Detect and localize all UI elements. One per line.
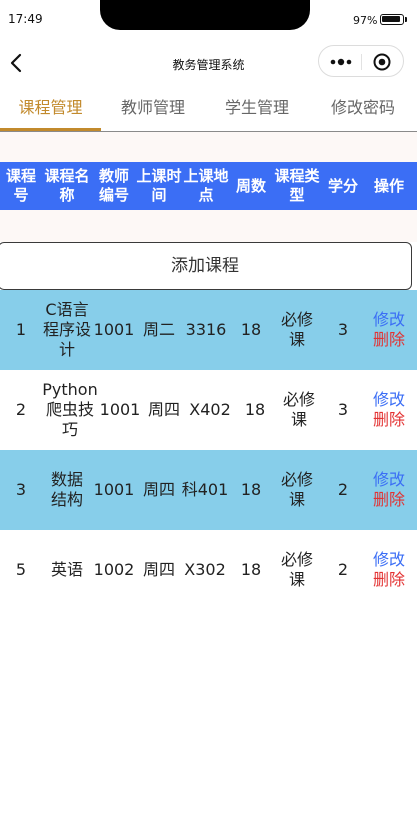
nav-bar: 教务管理系统 [0, 40, 417, 86]
edit-button[interactable]: 修改 [373, 470, 405, 490]
table-row: 1 C语言程序设计 1001 周二 3316 18 必修课 3 修改 删除 [0, 290, 417, 370]
cell-course-name: 英语 [50, 560, 83, 579]
cell-credit: 3 [337, 400, 349, 419]
active-tab-indicator [0, 128, 101, 131]
add-course-button[interactable]: 添加课程 [0, 242, 412, 290]
table-top-spacer [0, 132, 417, 162]
table-row: 5 英语 1002 周四 X302 18 必修课 2 修改 删除 [0, 530, 417, 610]
table-header: 课程号 课程名称 教师编号 上课时间 上课地点 周数 课程类型 学分 操作 [0, 162, 417, 210]
battery-percent: 97% [353, 14, 378, 27]
row-actions: 修改 删除 [364, 530, 414, 610]
cell-weeks: 18 [244, 400, 266, 419]
cell-class-place: X302 [184, 560, 226, 579]
cell-teacher-id: 1001 [93, 320, 135, 339]
cell-course-id: 2 [15, 400, 27, 419]
miniprogram-capsule [318, 45, 404, 77]
close-miniprogram-icon[interactable] [371, 52, 393, 72]
delete-button[interactable]: 删除 [373, 410, 405, 430]
table-row: 3 数据结构 1001 周四 科401 18 必修课 2 修改 删除 [0, 450, 417, 530]
cell-weeks: 18 [240, 480, 262, 499]
tab-course-management[interactable]: 课程管理 [0, 86, 101, 132]
cell-credit: 3 [337, 320, 349, 339]
table-header-spacer [0, 210, 417, 242]
delete-button[interactable]: 删除 [373, 570, 405, 590]
header-course-id: 课程号 [5, 167, 36, 204]
row-actions: 修改 删除 [364, 450, 414, 530]
camera-notch [100, 0, 310, 30]
delete-button[interactable]: 删除 [373, 490, 405, 510]
header-course-name: 课程名称 [44, 167, 90, 204]
cell-teacher-id: 1002 [93, 560, 135, 579]
status-time: 17:49 [8, 12, 43, 26]
cell-course-type: 必修课 [280, 310, 313, 349]
header-weeks: 周数 [235, 176, 266, 195]
cell-course-id: 3 [15, 480, 27, 499]
battery-level [382, 16, 401, 22]
tab-bar: 课程管理 教师管理 学生管理 修改密码 [0, 86, 417, 132]
header-teacher-id: 教师编号 [98, 167, 129, 204]
cell-course-name: Python爬虫技巧 [42, 380, 98, 439]
header-class-place: 上课地点 [183, 167, 229, 204]
cell-class-time: 周二 [142, 320, 175, 339]
header-credit: 学分 [327, 176, 358, 195]
cell-teacher-id: 1001 [99, 400, 141, 419]
tab-change-password[interactable]: 修改密码 [309, 86, 417, 132]
cell-weeks: 18 [240, 560, 262, 579]
edit-button[interactable]: 修改 [373, 550, 405, 570]
battery-tip [405, 17, 407, 22]
cell-course-type: 必修课 [280, 470, 313, 509]
cell-class-place: 科401 [181, 480, 229, 499]
tab-teacher-management[interactable]: 教师管理 [101, 86, 205, 132]
table-row: 2 Python爬虫技巧 1001 周四 X402 18 必修课 3 修改 删除 [0, 370, 417, 450]
cell-course-type: 必修课 [282, 390, 315, 429]
cell-course-name: 数据结构 [50, 470, 83, 509]
cell-course-name: C语言程序设计 [42, 300, 91, 359]
delete-button[interactable]: 删除 [373, 330, 405, 350]
cell-class-place: X402 [189, 400, 231, 419]
cell-weeks: 18 [240, 320, 262, 339]
cell-class-time: 周四 [142, 480, 175, 499]
row-actions: 修改 删除 [364, 370, 414, 450]
cell-credit: 2 [337, 560, 349, 579]
cell-class-time: 周四 [142, 560, 175, 579]
capsule-divider [361, 54, 362, 70]
header-course-type: 课程类型 [274, 167, 320, 204]
cell-credit: 2 [337, 480, 349, 499]
status-bar: 17:49 97% [0, 0, 417, 36]
edit-button[interactable]: 修改 [373, 390, 405, 410]
cell-course-type: 必修课 [280, 550, 313, 589]
more-icon[interactable] [327, 52, 355, 72]
battery-icon [380, 14, 404, 25]
cell-class-place: 3316 [185, 320, 227, 339]
cell-teacher-id: 1001 [93, 480, 135, 499]
cell-course-id: 5 [15, 560, 27, 579]
edit-button[interactable]: 修改 [373, 310, 405, 330]
header-class-time: 上课时间 [136, 167, 182, 204]
header-actions: 操作 [373, 176, 404, 195]
tab-student-management[interactable]: 学生管理 [205, 86, 309, 132]
row-actions: 修改 删除 [364, 290, 414, 370]
cell-course-id: 1 [15, 320, 27, 339]
cell-class-time: 周四 [147, 400, 180, 419]
